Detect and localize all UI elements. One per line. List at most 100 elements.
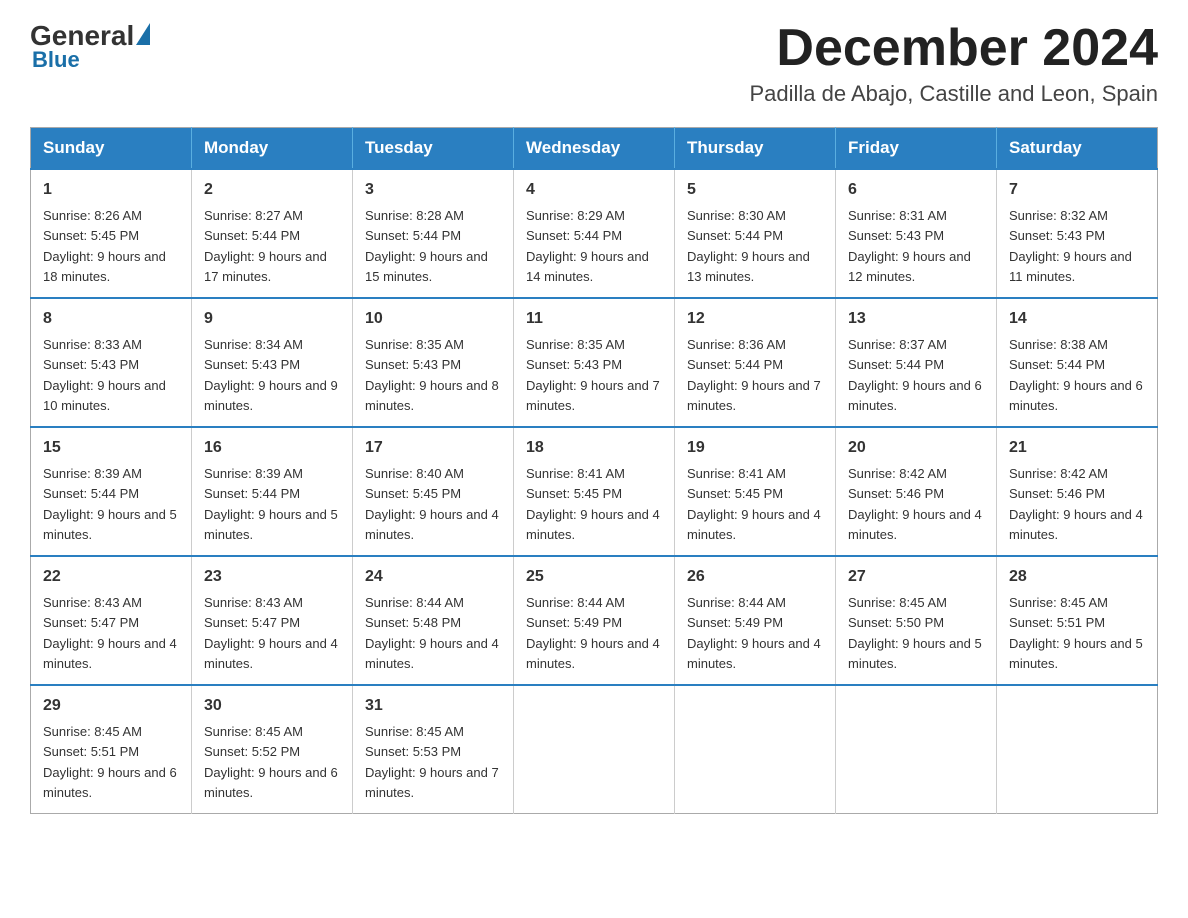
calendar-cell: 9 Sunrise: 8:34 AMSunset: 5:43 PMDayligh…: [192, 298, 353, 427]
day-number: 8: [43, 307, 179, 331]
calendar-cell: 1 Sunrise: 8:26 AMSunset: 5:45 PMDayligh…: [31, 169, 192, 298]
day-number: 30: [204, 694, 340, 718]
calendar-cell: 29 Sunrise: 8:45 AMSunset: 5:51 PMDaylig…: [31, 685, 192, 814]
day-number: 5: [687, 178, 823, 202]
calendar-cell: 15 Sunrise: 8:39 AMSunset: 5:44 PMDaylig…: [31, 427, 192, 556]
calendar-cell: [675, 685, 836, 814]
calendar-cell: [997, 685, 1158, 814]
day-number: 12: [687, 307, 823, 331]
calendar-cell: 14 Sunrise: 8:38 AMSunset: 5:44 PMDaylig…: [997, 298, 1158, 427]
calendar-cell: 10 Sunrise: 8:35 AMSunset: 5:43 PMDaylig…: [353, 298, 514, 427]
day-info: Sunrise: 8:28 AMSunset: 5:44 PMDaylight:…: [365, 208, 488, 284]
calendar-week-row: 1 Sunrise: 8:26 AMSunset: 5:45 PMDayligh…: [31, 169, 1158, 298]
day-info: Sunrise: 8:40 AMSunset: 5:45 PMDaylight:…: [365, 466, 499, 542]
calendar-cell: 24 Sunrise: 8:44 AMSunset: 5:48 PMDaylig…: [353, 556, 514, 685]
calendar-cell: 13 Sunrise: 8:37 AMSunset: 5:44 PMDaylig…: [836, 298, 997, 427]
column-header-tuesday: Tuesday: [353, 128, 514, 170]
logo-blue-text: Blue: [32, 47, 80, 73]
calendar-cell: 31 Sunrise: 8:45 AMSunset: 5:53 PMDaylig…: [353, 685, 514, 814]
day-info: Sunrise: 8:33 AMSunset: 5:43 PMDaylight:…: [43, 337, 166, 413]
calendar-cell: 22 Sunrise: 8:43 AMSunset: 5:47 PMDaylig…: [31, 556, 192, 685]
day-info: Sunrise: 8:36 AMSunset: 5:44 PMDaylight:…: [687, 337, 821, 413]
day-number: 1: [43, 178, 179, 202]
title-block: December 2024 Padilla de Abajo, Castille…: [749, 20, 1158, 107]
calendar-cell: 19 Sunrise: 8:41 AMSunset: 5:45 PMDaylig…: [675, 427, 836, 556]
calendar-cell: 17 Sunrise: 8:40 AMSunset: 5:45 PMDaylig…: [353, 427, 514, 556]
day-number: 10: [365, 307, 501, 331]
calendar-cell: 27 Sunrise: 8:45 AMSunset: 5:50 PMDaylig…: [836, 556, 997, 685]
day-info: Sunrise: 8:37 AMSunset: 5:44 PMDaylight:…: [848, 337, 982, 413]
day-info: Sunrise: 8:44 AMSunset: 5:48 PMDaylight:…: [365, 595, 499, 671]
day-info: Sunrise: 8:45 AMSunset: 5:52 PMDaylight:…: [204, 724, 338, 800]
day-info: Sunrise: 8:42 AMSunset: 5:46 PMDaylight:…: [1009, 466, 1143, 542]
calendar-cell: 11 Sunrise: 8:35 AMSunset: 5:43 PMDaylig…: [514, 298, 675, 427]
day-info: Sunrise: 8:42 AMSunset: 5:46 PMDaylight:…: [848, 466, 982, 542]
day-number: 4: [526, 178, 662, 202]
day-info: Sunrise: 8:38 AMSunset: 5:44 PMDaylight:…: [1009, 337, 1143, 413]
day-number: 27: [848, 565, 984, 589]
day-number: 20: [848, 436, 984, 460]
day-info: Sunrise: 8:44 AMSunset: 5:49 PMDaylight:…: [687, 595, 821, 671]
day-number: 23: [204, 565, 340, 589]
calendar-cell: 12 Sunrise: 8:36 AMSunset: 5:44 PMDaylig…: [675, 298, 836, 427]
day-info: Sunrise: 8:45 AMSunset: 5:51 PMDaylight:…: [1009, 595, 1143, 671]
day-info: Sunrise: 8:43 AMSunset: 5:47 PMDaylight:…: [43, 595, 177, 671]
calendar-cell: [514, 685, 675, 814]
calendar-week-row: 29 Sunrise: 8:45 AMSunset: 5:51 PMDaylig…: [31, 685, 1158, 814]
calendar-week-row: 15 Sunrise: 8:39 AMSunset: 5:44 PMDaylig…: [31, 427, 1158, 556]
day-info: Sunrise: 8:35 AMSunset: 5:43 PMDaylight:…: [526, 337, 660, 413]
day-info: Sunrise: 8:34 AMSunset: 5:43 PMDaylight:…: [204, 337, 338, 413]
day-number: 18: [526, 436, 662, 460]
day-number: 17: [365, 436, 501, 460]
calendar-cell: 28 Sunrise: 8:45 AMSunset: 5:51 PMDaylig…: [997, 556, 1158, 685]
day-number: 21: [1009, 436, 1145, 460]
column-header-wednesday: Wednesday: [514, 128, 675, 170]
logo-triangle-icon: [136, 23, 150, 45]
calendar-cell: 30 Sunrise: 8:45 AMSunset: 5:52 PMDaylig…: [192, 685, 353, 814]
calendar-cell: 4 Sunrise: 8:29 AMSunset: 5:44 PMDayligh…: [514, 169, 675, 298]
day-info: Sunrise: 8:31 AMSunset: 5:43 PMDaylight:…: [848, 208, 971, 284]
logo: General Blue: [30, 20, 152, 73]
day-number: 15: [43, 436, 179, 460]
day-info: Sunrise: 8:29 AMSunset: 5:44 PMDaylight:…: [526, 208, 649, 284]
day-info: Sunrise: 8:41 AMSunset: 5:45 PMDaylight:…: [687, 466, 821, 542]
location-title: Padilla de Abajo, Castille and Leon, Spa…: [749, 81, 1158, 107]
calendar-week-row: 8 Sunrise: 8:33 AMSunset: 5:43 PMDayligh…: [31, 298, 1158, 427]
day-info: Sunrise: 8:26 AMSunset: 5:45 PMDaylight:…: [43, 208, 166, 284]
calendar-cell: 18 Sunrise: 8:41 AMSunset: 5:45 PMDaylig…: [514, 427, 675, 556]
calendar-header-row: SundayMondayTuesdayWednesdayThursdayFrid…: [31, 128, 1158, 170]
calendar-cell: 6 Sunrise: 8:31 AMSunset: 5:43 PMDayligh…: [836, 169, 997, 298]
day-number: 24: [365, 565, 501, 589]
day-info: Sunrise: 8:39 AMSunset: 5:44 PMDaylight:…: [204, 466, 338, 542]
calendar-cell: 7 Sunrise: 8:32 AMSunset: 5:43 PMDayligh…: [997, 169, 1158, 298]
day-info: Sunrise: 8:41 AMSunset: 5:45 PMDaylight:…: [526, 466, 660, 542]
day-number: 3: [365, 178, 501, 202]
day-number: 26: [687, 565, 823, 589]
day-number: 31: [365, 694, 501, 718]
day-info: Sunrise: 8:27 AMSunset: 5:44 PMDaylight:…: [204, 208, 327, 284]
calendar-cell: 23 Sunrise: 8:43 AMSunset: 5:47 PMDaylig…: [192, 556, 353, 685]
column-header-saturday: Saturday: [997, 128, 1158, 170]
calendar-cell: 20 Sunrise: 8:42 AMSunset: 5:46 PMDaylig…: [836, 427, 997, 556]
calendar-cell: 2 Sunrise: 8:27 AMSunset: 5:44 PMDayligh…: [192, 169, 353, 298]
page-header: General Blue December 2024 Padilla de Ab…: [30, 20, 1158, 107]
day-info: Sunrise: 8:45 AMSunset: 5:51 PMDaylight:…: [43, 724, 177, 800]
day-info: Sunrise: 8:30 AMSunset: 5:44 PMDaylight:…: [687, 208, 810, 284]
day-number: 2: [204, 178, 340, 202]
calendar-cell: 25 Sunrise: 8:44 AMSunset: 5:49 PMDaylig…: [514, 556, 675, 685]
day-info: Sunrise: 8:35 AMSunset: 5:43 PMDaylight:…: [365, 337, 499, 413]
calendar-table: SundayMondayTuesdayWednesdayThursdayFrid…: [30, 127, 1158, 814]
day-number: 19: [687, 436, 823, 460]
day-number: 22: [43, 565, 179, 589]
day-number: 28: [1009, 565, 1145, 589]
month-title: December 2024: [749, 20, 1158, 77]
day-number: 14: [1009, 307, 1145, 331]
day-number: 11: [526, 307, 662, 331]
day-number: 13: [848, 307, 984, 331]
calendar-cell: 5 Sunrise: 8:30 AMSunset: 5:44 PMDayligh…: [675, 169, 836, 298]
column-header-friday: Friday: [836, 128, 997, 170]
column-header-thursday: Thursday: [675, 128, 836, 170]
day-info: Sunrise: 8:44 AMSunset: 5:49 PMDaylight:…: [526, 595, 660, 671]
calendar-cell: 16 Sunrise: 8:39 AMSunset: 5:44 PMDaylig…: [192, 427, 353, 556]
day-number: 29: [43, 694, 179, 718]
